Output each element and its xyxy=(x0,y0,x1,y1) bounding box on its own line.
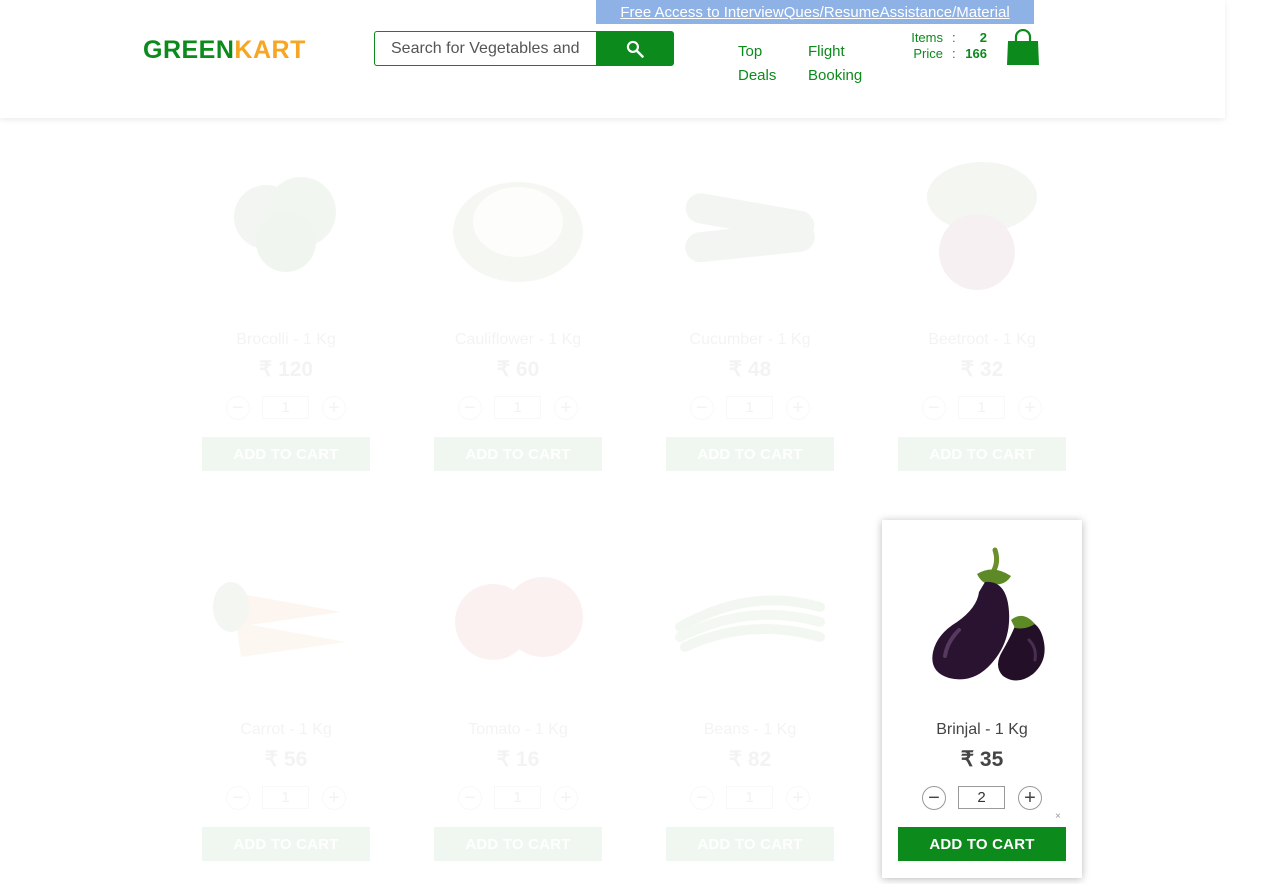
cart-price-label: Price xyxy=(913,46,943,61)
quantity-stepper: −+ xyxy=(458,786,578,810)
promo-link[interactable]: Free Access to InterviewQues/ResumeAssis… xyxy=(620,4,1009,21)
decrement-button[interactable]: − xyxy=(458,396,482,420)
product-price: ₹ 60 xyxy=(496,358,540,381)
increment-button[interactable]: + xyxy=(322,396,346,420)
logo-green-text: GREEN xyxy=(143,36,235,64)
search-input[interactable] xyxy=(374,31,597,66)
increment-button[interactable]: + xyxy=(786,786,810,810)
colon-text: : xyxy=(952,30,956,45)
add-to-cart-button[interactable]: ADD TO CART xyxy=(434,827,602,861)
product-card: Beetroot - 1 Kg ₹ 32 −+ ADD TO CART xyxy=(882,130,1082,488)
product-card: Cucumber - 1 Kg ₹ 48 −+ ADD TO CART xyxy=(650,130,850,488)
add-to-cart-button[interactable]: ADD TO CART xyxy=(202,827,370,861)
decrement-button[interactable]: − xyxy=(226,396,250,420)
cart-price-value: 166 xyxy=(965,46,987,61)
product-card: Tomato - 1 Kg ₹ 16 −+ ADD TO CART xyxy=(418,520,618,878)
close-icon[interactable]: × xyxy=(1055,811,1061,822)
product-name: Tomato - 1 Kg xyxy=(468,721,568,738)
search-icon xyxy=(626,40,644,58)
search-bar xyxy=(374,31,674,66)
product-card-brinjal: Brinjal - 1 Kg ₹ 35 − + × ADD TO CART xyxy=(882,520,1082,878)
add-to-cart-button[interactable]: ADD TO CART xyxy=(898,827,1066,861)
quantity-stepper: −+ xyxy=(458,396,578,420)
product-price: ₹ 32 xyxy=(960,358,1004,381)
quantity-input[interactable] xyxy=(726,396,773,419)
increment-button[interactable]: + xyxy=(786,396,810,420)
quantity-input[interactable] xyxy=(494,396,541,419)
decrement-button[interactable]: − xyxy=(226,786,250,810)
decrement-button[interactable]: − xyxy=(690,396,714,420)
product-name: Brinjal - 1 Kg xyxy=(936,721,1028,738)
increment-button[interactable]: + xyxy=(322,786,346,810)
add-to-cart-button[interactable]: ADD TO CART xyxy=(434,437,602,471)
beans-image xyxy=(670,542,830,692)
increment-button[interactable]: + xyxy=(1018,396,1042,420)
quantity-input[interactable] xyxy=(494,786,541,809)
add-to-cart-button[interactable]: ADD TO CART xyxy=(898,437,1066,471)
cucumber-image xyxy=(670,152,830,302)
cart-button[interactable] xyxy=(1006,28,1040,66)
cart-items-count: 2 xyxy=(979,30,987,45)
search-button[interactable] xyxy=(596,31,674,66)
cart-items-label: Items xyxy=(911,30,943,45)
carrot-image xyxy=(206,542,366,692)
quantity-input[interactable] xyxy=(262,786,309,809)
shopping-bag-icon xyxy=(1007,28,1039,65)
add-to-cart-button[interactable]: ADD TO CART xyxy=(202,437,370,471)
product-price: ₹ 82 xyxy=(728,748,772,771)
decrement-button[interactable]: − xyxy=(458,786,482,810)
product-price: ₹ 56 xyxy=(264,748,308,771)
quantity-stepper: −+ xyxy=(226,786,346,810)
top-header: GREENKART Free Access to InterviewQues/R… xyxy=(0,0,1225,118)
product-card: Brocolli - 1 Kg ₹ 120 −+ ADD TO CART xyxy=(186,130,386,488)
product-name: Carrot - 1 Kg xyxy=(240,721,332,738)
product-price: ₹ 16 xyxy=(496,748,540,771)
increment-button[interactable]: + xyxy=(554,786,578,810)
product-name: Beetroot - 1 Kg xyxy=(928,331,1036,348)
increment-button[interactable]: + xyxy=(554,396,578,420)
quantity-stepper: −+ xyxy=(922,396,1042,420)
product-price: ₹ 35 xyxy=(960,748,1004,771)
product-price: ₹ 120 xyxy=(258,358,314,381)
quantity-input[interactable] xyxy=(958,786,1005,809)
colon-text: : xyxy=(952,46,956,61)
nav-top-deals[interactable]: Top Deals xyxy=(738,40,788,88)
decrement-button[interactable]: − xyxy=(690,786,714,810)
quantity-input[interactable] xyxy=(262,396,309,419)
quantity-stepper: −+ xyxy=(226,396,346,420)
add-to-cart-button[interactable]: ADD TO CART xyxy=(666,437,834,471)
quantity-stepper: −+ xyxy=(690,786,810,810)
logo-kart-text: KART xyxy=(234,36,306,64)
cauliflower-image xyxy=(438,152,598,302)
beetroot-image xyxy=(902,152,1062,302)
quantity-stepper: −+ xyxy=(690,396,810,420)
cart-summary: Items: 2 Price:166 xyxy=(900,30,990,62)
brinjal-image xyxy=(902,542,1062,692)
brand-logo: GREENKART xyxy=(143,36,306,65)
promo-banner: Free Access to InterviewQues/ResumeAssis… xyxy=(596,0,1034,24)
product-name: Brocolli - 1 Kg xyxy=(236,331,336,348)
nav-flight-booking[interactable]: Flight Booking xyxy=(808,40,878,88)
increment-button[interactable]: + xyxy=(1018,786,1042,810)
quantity-stepper: − + xyxy=(922,786,1042,810)
broccoli-image xyxy=(206,152,366,302)
tomato-image xyxy=(438,542,598,692)
decrement-button[interactable]: − xyxy=(922,396,946,420)
product-name: Beans - 1 Kg xyxy=(703,721,797,738)
quantity-input[interactable] xyxy=(726,786,773,809)
product-card: Cauliflower - 1 Kg ₹ 60 −+ ADD TO CART xyxy=(418,130,618,488)
add-to-cart-button[interactable]: ADD TO CART xyxy=(666,827,834,861)
product-card: Carrot - 1 Kg ₹ 56 −+ ADD TO CART xyxy=(186,520,386,878)
product-name: Cucumber - 1 Kg xyxy=(689,331,811,348)
decrement-button[interactable]: − xyxy=(922,786,946,810)
product-name: Cauliflower - 1 Kg xyxy=(454,331,582,348)
quantity-input[interactable] xyxy=(958,396,1005,419)
product-card: Beans - 1 Kg ₹ 82 −+ ADD TO CART xyxy=(650,520,850,878)
product-price: ₹ 48 xyxy=(728,358,772,381)
